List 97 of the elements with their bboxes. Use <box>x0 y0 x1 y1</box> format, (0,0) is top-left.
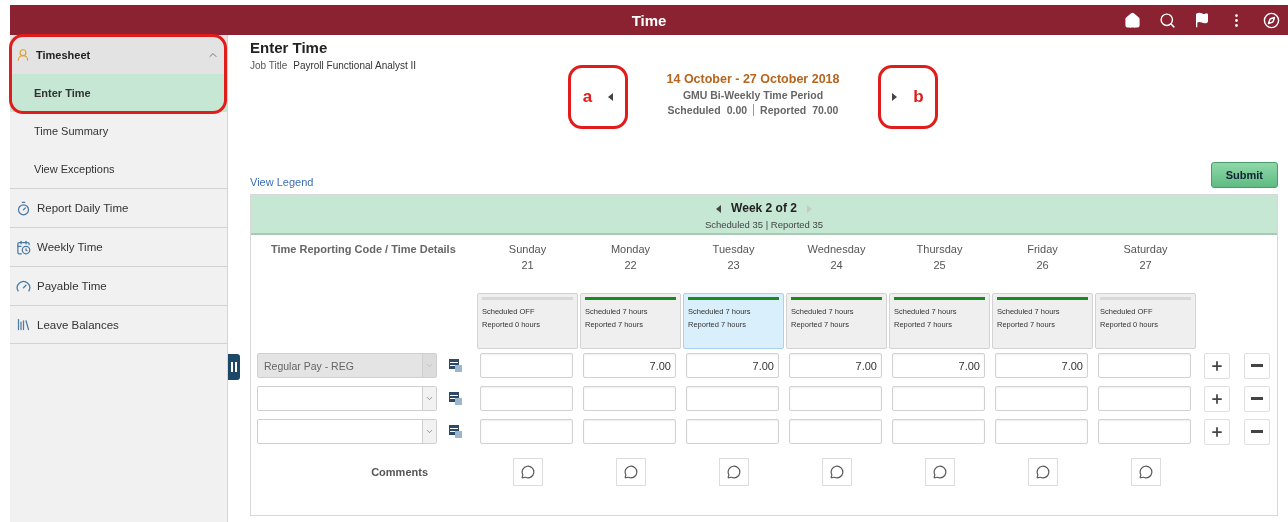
next-period-icon[interactable] <box>892 93 898 101</box>
sidebar-link[interactable]: Weekly Time <box>10 227 227 266</box>
flag-icon[interactable] <box>1194 12 1210 28</box>
hours-field[interactable] <box>892 419 985 444</box>
hours-field[interactable] <box>995 386 1088 411</box>
day-name: Thursday <box>916 243 963 255</box>
comment-icon <box>829 465 844 479</box>
sidebar-item[interactable]: Enter Time <box>10 74 227 112</box>
search-icon[interactable] <box>1159 11 1176 29</box>
scheduled-value: 0.00 <box>726 104 748 116</box>
comment-button[interactable] <box>615 458 646 486</box>
day-date: 23 <box>727 259 740 271</box>
compass-icon[interactable] <box>1263 11 1280 29</box>
hours-field[interactable] <box>480 419 573 444</box>
day-date: 24 <box>830 259 843 271</box>
job-title: Payroll Functional Analyst II <box>293 60 417 71</box>
day-date: 21 <box>521 259 534 271</box>
day-name: Friday <box>1027 243 1058 255</box>
comment-icon <box>1035 465 1050 479</box>
scheduled-label: Scheduled <box>667 104 721 116</box>
details-icon[interactable] <box>449 425 462 438</box>
callout-label: a <box>582 87 593 107</box>
comment-button[interactable] <box>512 458 543 486</box>
header-title: Time <box>631 11 667 29</box>
calendar-clock-icon <box>16 239 31 255</box>
reported-label: Reported <box>760 104 807 116</box>
comment-icon <box>520 465 535 479</box>
comments-label: Comments <box>370 466 429 478</box>
collapse-handle[interactable] <box>228 354 240 380</box>
job-title-label: Job Title <box>250 60 288 71</box>
comment-button[interactable] <box>718 458 749 486</box>
remove-row-button[interactable] <box>1244 385 1270 412</box>
previous-period-icon[interactable] <box>608 93 614 101</box>
hours-field[interactable] <box>1098 419 1191 444</box>
view-legend-link[interactable]: View Legend <box>250 176 314 188</box>
dropdown-icon <box>425 427 434 436</box>
day-date: 22 <box>624 259 637 271</box>
hours-field[interactable] <box>583 419 676 444</box>
column-header: Time Reporting Code / Time Details <box>270 243 457 255</box>
comment-icon <box>623 465 638 479</box>
plus-icon <box>1210 424 1224 439</box>
week-summary: Scheduled 35 | Reported 35 <box>704 218 824 230</box>
hours-field[interactable] <box>789 419 882 444</box>
hours-field[interactable] <box>480 386 573 411</box>
home-icon[interactable] <box>1124 11 1141 29</box>
hours-field[interactable] <box>995 419 1088 444</box>
remove-row-button[interactable] <box>1244 418 1270 445</box>
day-name: Saturday <box>1123 243 1168 255</box>
minus-icon <box>1251 364 1263 367</box>
sidebar-link[interactable]: Leave Balances <box>10 305 227 344</box>
hours-field[interactable] <box>1098 353 1191 378</box>
period-name: GMU Bi-Weekly Time Period <box>682 89 824 101</box>
hours-field[interactable] <box>583 386 676 411</box>
day-name: Monday <box>610 243 651 255</box>
comment-button[interactable] <box>1027 458 1058 486</box>
day-date: 26 <box>1036 259 1049 271</box>
hours-field[interactable] <box>892 386 985 411</box>
hours-field[interactable] <box>686 419 779 444</box>
timer-icon <box>16 200 31 216</box>
period-range: 14 October - 27 October 2018 <box>666 72 840 86</box>
books-icon <box>16 317 31 332</box>
hours-field[interactable] <box>480 353 573 378</box>
reported-value: 70.00 <box>812 104 839 116</box>
comment-icon <box>1138 465 1153 479</box>
sidebar-link[interactable]: Report Daily Time <box>10 188 227 227</box>
dropdown-icon <box>425 394 434 403</box>
day-name: Tuesday <box>712 243 755 255</box>
comment-icon <box>726 465 741 479</box>
page-title: Enter Time <box>250 39 329 56</box>
remove-row-button[interactable] <box>1244 352 1270 379</box>
hours-field[interactable] <box>686 386 779 411</box>
plus-icon <box>1210 391 1224 406</box>
previous-week-icon[interactable] <box>716 204 722 213</box>
minus-icon <box>1251 430 1263 433</box>
add-row-button[interactable] <box>1204 352 1230 379</box>
day-date: 27 <box>1139 259 1152 271</box>
hours-field[interactable] <box>1098 386 1191 411</box>
hours-field[interactable] <box>789 386 882 411</box>
minus-icon <box>1251 397 1263 400</box>
details-icon[interactable] <box>449 392 462 405</box>
comment-button[interactable] <box>924 458 955 486</box>
sidebar-section-header[interactable]: Timesheet <box>10 35 227 74</box>
comment-button[interactable] <box>821 458 852 486</box>
add-row-button[interactable] <box>1204 385 1230 412</box>
day-date: 25 <box>933 259 946 271</box>
gauge-icon <box>16 278 31 294</box>
sidebar-link[interactable]: Payable Time <box>10 266 227 305</box>
submit-button[interactable]: Submit <box>1210 162 1278 188</box>
comment-icon <box>932 465 947 479</box>
callout-label: b <box>913 87 924 107</box>
plus-icon <box>1210 358 1224 373</box>
add-row-button[interactable] <box>1204 418 1230 445</box>
comment-button[interactable] <box>1130 458 1161 486</box>
details-icon[interactable] <box>449 359 462 372</box>
day-name: Sunday <box>508 243 547 255</box>
day-name: Wednesday <box>807 243 866 255</box>
week-title: Week 2 of 2 <box>731 200 797 215</box>
